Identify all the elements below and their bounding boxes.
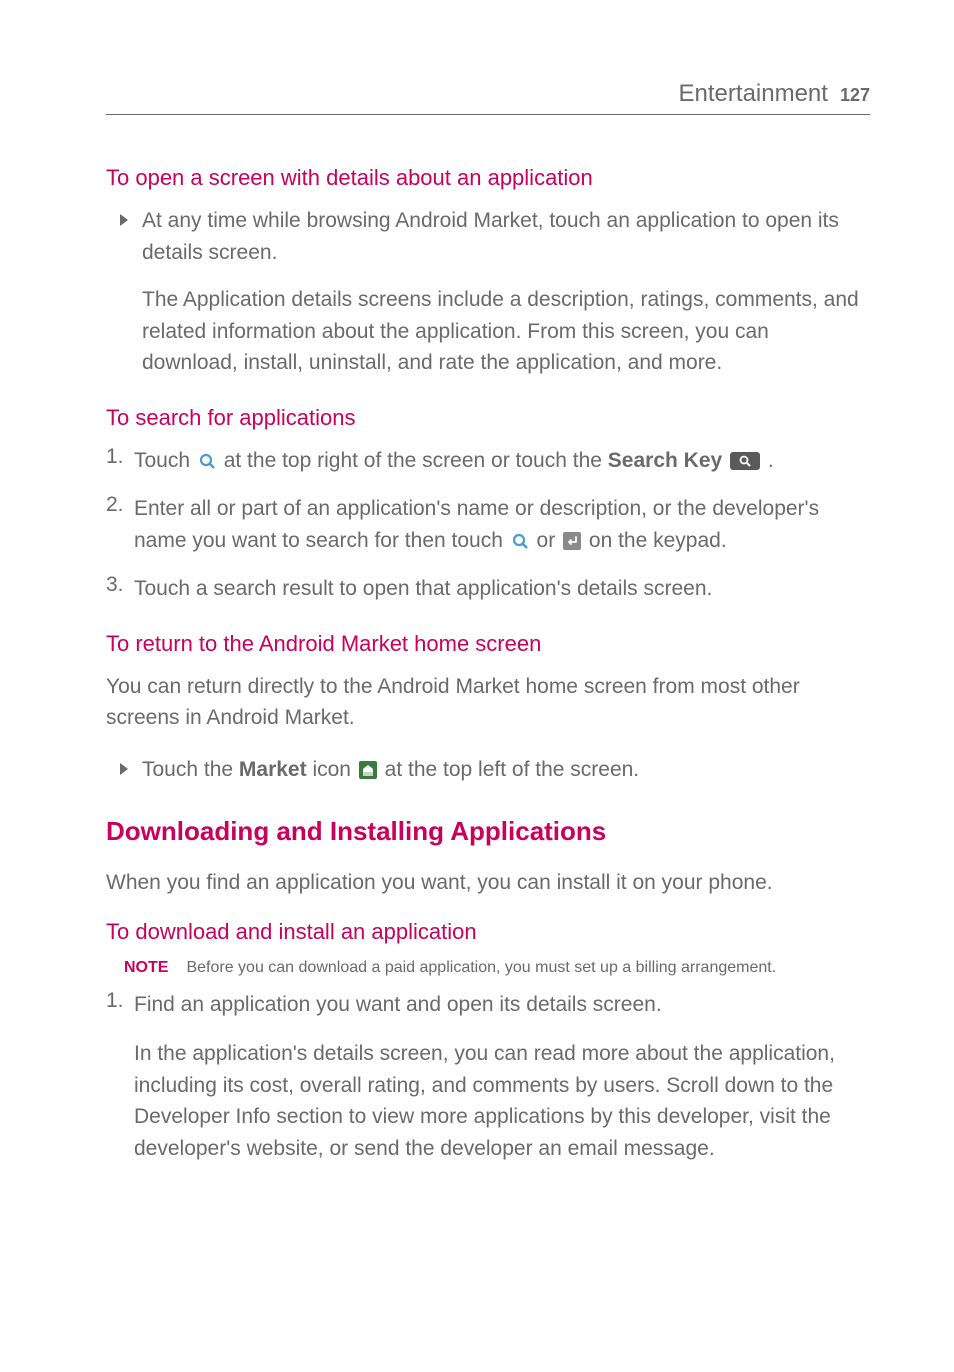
paragraph: You can return directly to the Android M… [106, 671, 870, 734]
list-number: 1. [106, 989, 126, 1021]
list-number: 3. [106, 573, 126, 605]
note-text: Before you can download a paid applicati… [186, 959, 776, 977]
bullet-text: Touch the Market icon at the top left of… [142, 754, 870, 789]
triangle-bullet-icon [120, 214, 128, 226]
triangle-bullet-icon [120, 763, 128, 775]
page-header: Entertainment 127 [106, 80, 870, 115]
search-key-icon [730, 452, 760, 475]
list-text: Touch a search result to open that appli… [134, 573, 712, 605]
list-number: 1. [106, 445, 126, 480]
heading-search-apps: To search for applications [106, 405, 870, 431]
section-open-details: To open a screen with details about an a… [106, 165, 870, 379]
bullet-item: At any time while browsing Android Marke… [106, 205, 870, 379]
heading-open-details: To open a screen with details about an a… [106, 165, 870, 191]
note: NOTE Before you can download a paid appl… [106, 959, 870, 977]
numbered-item-1: 1. Find an application you want and open… [106, 989, 870, 1021]
numbered-item-1: 1. Touch at the top right of the screen … [106, 445, 870, 480]
page-number: 127 [840, 85, 870, 106]
heading-return-home: To return to the Android Market home scr… [106, 631, 870, 657]
search-icon [198, 448, 216, 480]
list-number: 2. [106, 493, 126, 559]
numbered-item-2: 2. Enter all or part of an application's… [106, 493, 870, 559]
heading-downloading-installing: Downloading and Installing Applications [106, 816, 870, 847]
numbered-item-3: 3. Touch a search result to open that ap… [106, 573, 870, 605]
heading-download-install: To download and install an application [106, 919, 870, 945]
bullet-paragraph: The Application details screens include … [142, 284, 870, 379]
paragraph: In the application's details screen, you… [106, 1038, 870, 1164]
note-label: NOTE [124, 959, 168, 977]
bullet-text: At any time while browsing Android Marke… [142, 205, 870, 268]
enter-key-icon [563, 532, 581, 555]
section-download-install: To download and install an application N… [106, 919, 870, 1165]
market-icon [359, 761, 377, 784]
list-text: Find an application you want and open it… [134, 989, 662, 1021]
section-search-apps: To search for applications 1. Touch at t… [106, 405, 870, 605]
search-icon [511, 528, 529, 560]
section-return-home: To return to the Android Market home scr… [106, 631, 870, 789]
header-title: Entertainment [679, 80, 828, 108]
list-text: Touch at the top right of the screen or … [134, 445, 774, 480]
paragraph: When you find an application you want, y… [106, 867, 870, 899]
list-text: Enter all or part of an application's na… [134, 493, 870, 559]
bullet-item: Touch the Market icon at the top left of… [106, 754, 870, 789]
